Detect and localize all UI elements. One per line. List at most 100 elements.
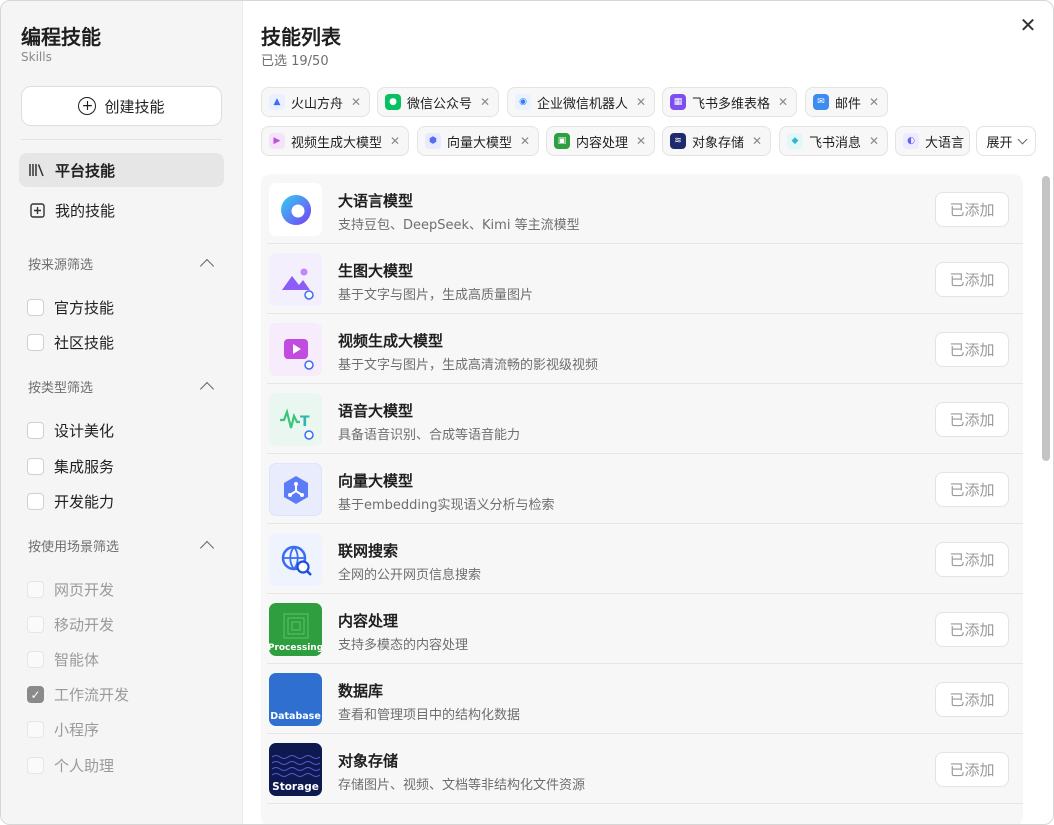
added-button[interactable]: 已添加 (935, 612, 1009, 647)
volcano-icon: ▲ (269, 94, 285, 110)
checkbox[interactable] (27, 458, 44, 475)
filter-design[interactable]: 设计美化 (27, 420, 114, 441)
checkbox[interactable] (27, 334, 44, 351)
skill-name: 生图大模型 (338, 262, 414, 280)
filter-community[interactable]: 社区技能 (27, 332, 114, 353)
mail-icon: ✉ (813, 94, 829, 110)
selected-chip[interactable]: ● 微信公众号 ✕ (377, 87, 500, 117)
skill-desc: 支持多模态的内容处理 (338, 638, 469, 653)
checkbox[interactable] (27, 299, 44, 316)
image-gen-icon (269, 253, 322, 306)
chip-label: 飞书多维表格 (692, 96, 771, 112)
skill-row[interactable]: Processing 内容处理 支持多模态的内容处理 已添加 (261, 594, 1023, 664)
checkbox-label: 集成服务 (54, 458, 115, 476)
checkbox[interactable] (27, 493, 44, 510)
filter-integration[interactable]: 集成服务 (27, 456, 114, 477)
close-icon[interactable]: ✕ (351, 95, 361, 109)
checkbox[interactable] (27, 651, 44, 668)
selected-chip[interactable]: ⬢ 向量大模型 ✕ (417, 126, 540, 156)
skill-name: 语音大模型 (338, 402, 414, 420)
checkbox[interactable] (27, 721, 44, 738)
storage-icon: ≋ (670, 133, 686, 149)
filter-official[interactable]: 官方技能 (27, 297, 114, 318)
section-title: 按使用场景筛选 (28, 540, 120, 555)
processing-icon: Processing (269, 603, 322, 656)
filter-workflow[interactable]: ✓ 工作流开发 (27, 684, 129, 705)
create-skill-button[interactable]: + 创建技能 (21, 86, 222, 126)
skill-desc: 存储图片、视频、文档等非结构化文件资源 (338, 778, 586, 793)
nav-platform-skills[interactable]: 平台技能 (19, 153, 224, 187)
icon-caption: Storage (272, 781, 319, 793)
skill-row[interactable]: 向量大模型 基于embedding实现语义分析与检索 已添加 (261, 454, 1023, 524)
section-title: 按类型筛选 (28, 381, 94, 396)
close-icon[interactable]: ✕ (480, 95, 490, 109)
selected-chip[interactable]: ✉ 邮件 ✕ (805, 87, 889, 117)
vector-icon (269, 463, 322, 516)
expand-label: 展开 (986, 135, 1013, 151)
selected-chip[interactable]: ◉ 企业微信机器人 ✕ (507, 87, 656, 117)
plus-square-icon (29, 202, 45, 218)
scrollbar[interactable] (1042, 176, 1050, 461)
skill-row[interactable]: 大语言模型 支持豆包、DeepSeek、Kimi 等主流模型 已添加 (261, 174, 1023, 244)
close-icon[interactable]: ✕ (390, 134, 400, 148)
vector-icon: ⬢ (425, 133, 441, 149)
nav-my-skills[interactable]: 我的技能 (19, 193, 224, 227)
selected-chip[interactable]: ◐ 大语言 (895, 126, 970, 156)
close-icon[interactable]: ✕ (520, 134, 530, 148)
library-icon (29, 162, 45, 178)
close-icon[interactable]: ✕ (1018, 15, 1038, 35)
added-button[interactable]: 已添加 (935, 192, 1009, 227)
close-icon[interactable]: ✕ (752, 134, 762, 148)
checkbox[interactable] (27, 757, 44, 774)
close-icon[interactable]: ✕ (636, 95, 646, 109)
wechat-icon: ● (385, 94, 401, 110)
selected-chip[interactable]: ▦ 飞书多维表格 ✕ (662, 87, 798, 117)
filter-scenario-header[interactable]: 按使用场景筛选 (28, 536, 216, 556)
added-button[interactable]: 已添加 (935, 472, 1009, 507)
close-icon[interactable]: ✕ (778, 95, 788, 109)
skill-row[interactable]: 生图大模型 基于文字与图片，生成高质量图片 已添加 (261, 244, 1023, 314)
added-button[interactable]: 已添加 (935, 542, 1009, 577)
checkbox-checked[interactable]: ✓ (27, 686, 44, 703)
checkbox[interactable] (27, 616, 44, 633)
added-button[interactable]: 已添加 (935, 402, 1009, 437)
selected-chip[interactable]: ▣ 内容处理 ✕ (546, 126, 656, 156)
filter-type-header[interactable]: 按类型筛选 (28, 377, 216, 397)
chip-label: 内容处理 (576, 135, 629, 151)
checkbox[interactable] (27, 581, 44, 598)
expand-button[interactable]: 展开 (976, 126, 1036, 156)
skill-row[interactable]: 视频生成大模型 基于文字与图片，生成高清流畅的影视级视频 已添加 (261, 314, 1023, 384)
skill-row[interactable]: T 语音大模型 具备语音识别、合成等语音能力 已添加 (261, 384, 1023, 454)
added-button[interactable]: 已添加 (935, 752, 1009, 787)
skill-name: 视频生成大模型 (338, 332, 444, 350)
checkbox-label: 移动开发 (54, 616, 115, 634)
skill-row[interactable]: 联网搜索 全网的公开网页信息搜索 已添加 (261, 524, 1023, 594)
added-button[interactable]: 已添加 (935, 262, 1009, 297)
filter-miniprogram[interactable]: 小程序 (27, 719, 99, 740)
close-icon[interactable]: ✕ (636, 134, 646, 148)
filter-source-header[interactable]: 按来源筛选 (28, 254, 216, 274)
skill-name: 联网搜索 (338, 542, 399, 560)
close-icon[interactable]: ✕ (869, 134, 879, 148)
selected-chip[interactable]: ◆ 飞书消息 ✕ (779, 126, 889, 156)
video-gen-icon (269, 323, 322, 376)
selected-chip[interactable]: ≋ 对象存储 ✕ (662, 126, 772, 156)
added-button[interactable]: 已添加 (935, 682, 1009, 717)
checkbox[interactable] (27, 422, 44, 439)
filter-mobile[interactable]: 移动开发 (27, 614, 114, 635)
checkbox-label: 工作流开发 (54, 686, 130, 704)
added-button[interactable]: 已添加 (935, 332, 1009, 367)
skill-row[interactable]: Database 数据库 查看和管理项目中的结构化数据 已添加 (261, 664, 1023, 734)
close-icon[interactable]: ✕ (869, 95, 879, 109)
filter-assistant[interactable]: 个人助理 (27, 755, 114, 776)
skill-row[interactable]: Storage 对象存储 存储图片、视频、文档等非结构化文件资源 已添加 (261, 734, 1023, 804)
filter-web[interactable]: 网页开发 (27, 579, 114, 600)
skill-name: 大语言模型 (338, 192, 414, 210)
app-title: 编程技能 (21, 25, 101, 49)
video-gen-icon: ▶ (269, 133, 285, 149)
filter-agent[interactable]: 智能体 (27, 649, 99, 670)
selected-chip[interactable]: ▶ 视频生成大模型 ✕ (261, 126, 410, 156)
selected-chip[interactable]: ▲ 火山方舟 ✕ (261, 87, 371, 117)
plus-circle-icon: + (78, 97, 97, 115)
filter-dev[interactable]: 开发能力 (27, 491, 114, 512)
